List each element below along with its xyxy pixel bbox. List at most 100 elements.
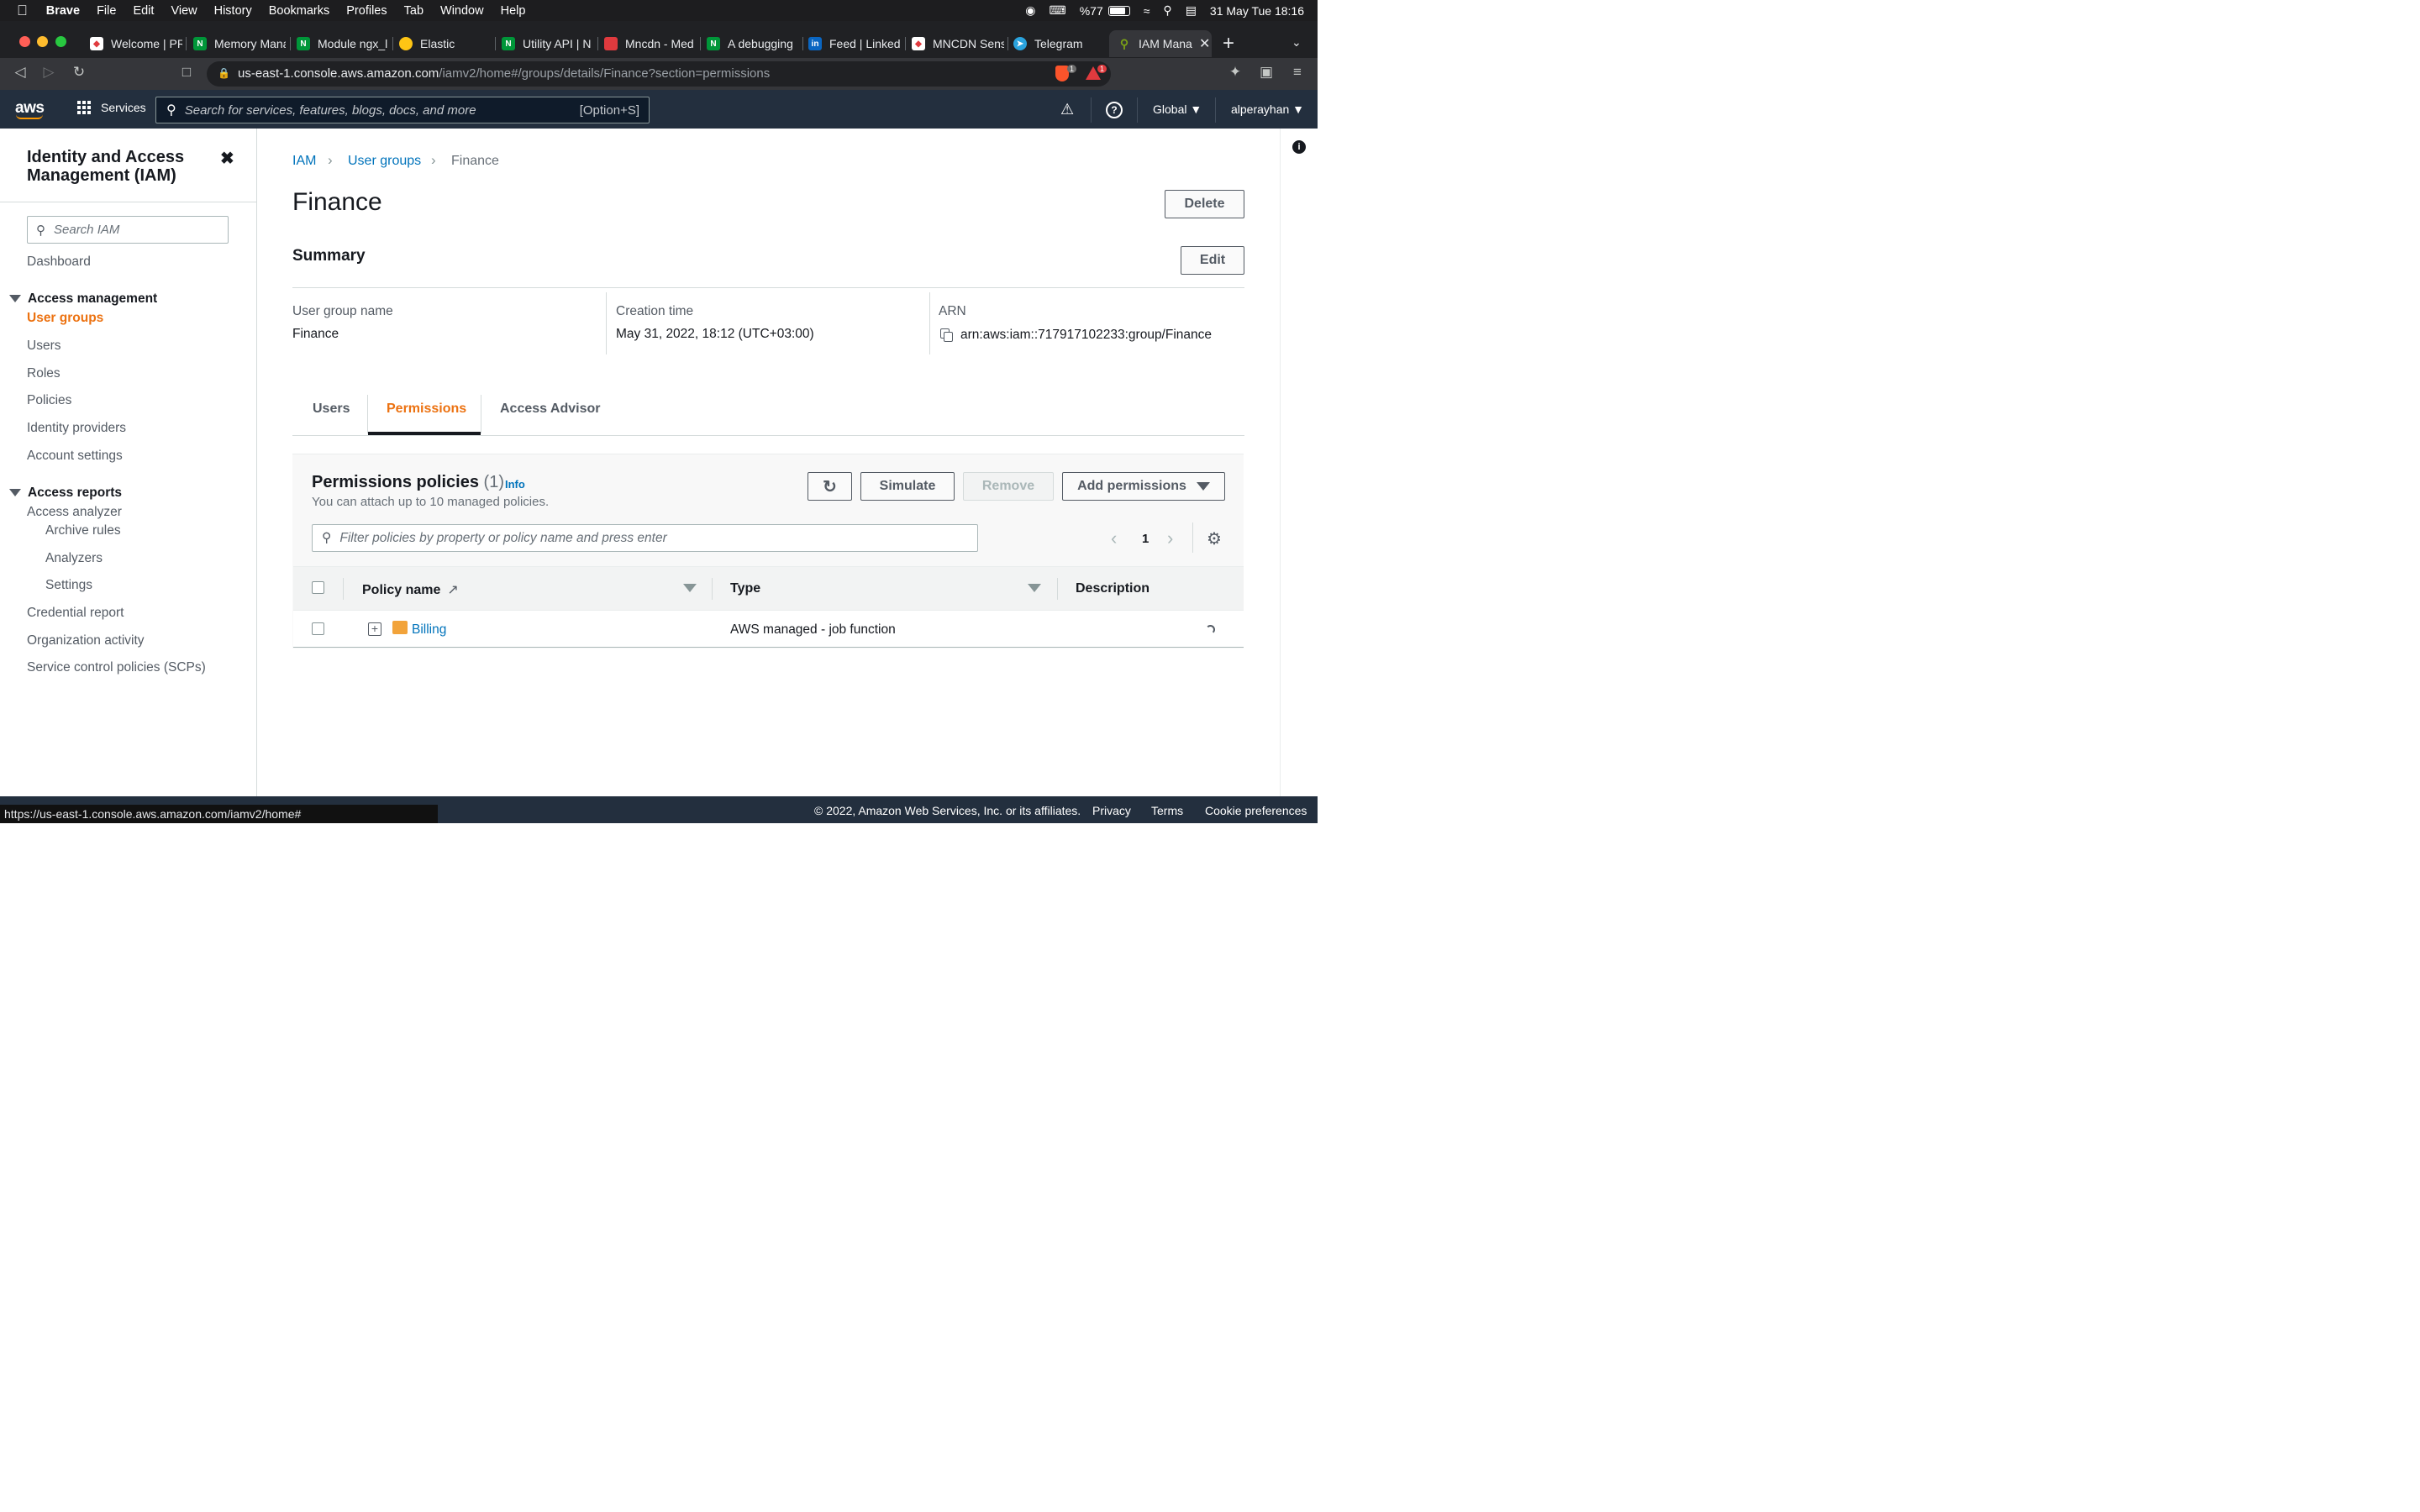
breadcrumb-iam[interactable]: IAM: [292, 154, 316, 169]
expand-caret-icon[interactable]: [9, 489, 21, 496]
url-text[interactable]: us-east-1.console.aws.amazon.com/iamv2/h…: [238, 66, 770, 81]
sidebar-section-access-reports[interactable]: Access reports: [28, 486, 122, 501]
column-policy-name[interactable]: Policy name ↗: [362, 581, 459, 598]
clock[interactable]: 31 May Tue 18:16: [1210, 4, 1304, 18]
grammarly-icon[interactable]: ◉: [1025, 3, 1035, 18]
apple-icon[interactable]: : [17, 3, 28, 19]
close-window-button[interactable]: [19, 36, 30, 47]
edit-button[interactable]: Edit: [1181, 246, 1244, 275]
info-icon[interactable]: i: [1292, 140, 1306, 154]
delete-button[interactable]: Delete: [1165, 190, 1244, 218]
select-all-checkbox[interactable]: [312, 581, 324, 594]
minimize-window-button[interactable]: [37, 36, 48, 47]
lock-icon[interactable]: 🔒: [218, 67, 230, 79]
tab-list-chevron-icon[interactable]: ⌄: [1292, 35, 1302, 50]
browser-tab[interactable]: ➤ Telegram: [1013, 30, 1106, 57]
column-type[interactable]: Type: [730, 581, 760, 596]
app-menu[interactable]: Brave: [46, 4, 80, 18]
browser-menu-icon[interactable]: ≡: [1287, 64, 1307, 81]
refresh-button[interactable]: ↻: [808, 472, 852, 501]
sidebar-item-policies[interactable]: Policies: [27, 393, 71, 408]
aws-search-input[interactable]: ⚲ Search for services, features, blogs, …: [155, 97, 650, 123]
back-icon[interactable]: ◁: [10, 64, 30, 81]
sidebar-item-roles[interactable]: Roles: [27, 366, 60, 381]
sidebar-item-settings[interactable]: Settings: [45, 578, 92, 593]
add-permissions-button[interactable]: Add permissions: [1062, 472, 1225, 501]
sidebar-item-user-groups[interactable]: User groups: [27, 311, 103, 326]
bookmark-icon[interactable]: □: [176, 64, 197, 81]
sidebar-item-access-analyzer[interactable]: Access analyzer: [27, 505, 122, 520]
sidebar-item-archive-rules[interactable]: Archive rules: [45, 523, 121, 538]
control-center-icon[interactable]: ▤: [1186, 3, 1197, 18]
sidebar-item-identity-providers[interactable]: Identity providers: [27, 421, 126, 436]
menu-edit[interactable]: Edit: [133, 4, 154, 18]
browser-tab[interactable]: N Module ngx_l: [297, 30, 389, 57]
cookie-preferences-link[interactable]: Cookie preferences: [1205, 804, 1307, 817]
browser-tab[interactable]: ◆ MNCDN Sens: [912, 30, 1004, 57]
sort-caret-icon[interactable]: [1028, 584, 1041, 592]
sidebar-item-account-settings[interactable]: Account settings: [27, 449, 123, 464]
filter-policies-input[interactable]: ⚲ Filter policies by property or policy …: [312, 524, 978, 552]
policy-link-billing[interactable]: Billing: [412, 622, 446, 638]
table-settings-gear-icon[interactable]: ⚙: [1207, 528, 1222, 549]
menu-file[interactable]: File: [97, 4, 116, 18]
info-link[interactable]: Info: [505, 478, 525, 491]
page-number[interactable]: 1: [1142, 532, 1149, 546]
sort-caret-icon[interactable]: [683, 584, 697, 592]
menu-profiles[interactable]: Profiles: [346, 4, 387, 18]
row-checkbox[interactable]: [312, 622, 324, 635]
spotlight-icon[interactable]: ⚲: [1163, 3, 1171, 18]
terms-link[interactable]: Terms: [1151, 804, 1183, 817]
menu-history[interactable]: History: [214, 4, 252, 18]
browser-tab[interactable]: Elastic: [399, 30, 492, 57]
tab-users[interactable]: Users: [313, 402, 350, 417]
tab-permissions[interactable]: Permissions: [387, 402, 466, 417]
notifications-bell-icon[interactable]: ⚠: [1060, 101, 1074, 118]
menu-bookmarks[interactable]: Bookmarks: [269, 4, 330, 18]
extensions-icon[interactable]: ✦: [1225, 64, 1245, 81]
menu-tab[interactable]: Tab: [404, 4, 424, 18]
simulate-button[interactable]: Simulate: [860, 472, 955, 501]
region-selector[interactable]: Global ▼: [1153, 102, 1202, 116]
menu-help[interactable]: Help: [501, 4, 526, 18]
sidebar-item-credential-report[interactable]: Credential report: [27, 606, 124, 621]
account-menu[interactable]: alperayhan ▼: [1231, 102, 1304, 116]
browser-tab[interactable]: ◆ Welcome | PR: [90, 30, 182, 57]
expand-caret-icon[interactable]: [9, 295, 21, 302]
menu-view[interactable]: View: [171, 4, 197, 18]
remove-button[interactable]: Remove: [963, 472, 1054, 501]
keyboard-icon[interactable]: ⌨: [1049, 3, 1065, 18]
column-description[interactable]: Description: [1076, 581, 1150, 596]
reload-icon[interactable]: ↻: [69, 64, 89, 81]
browser-tab[interactable]: Mncdn - Med: [604, 30, 697, 57]
new-tab-button[interactable]: +: [1223, 32, 1234, 55]
search-iam-input[interactable]: ⚲ Search IAM: [27, 216, 229, 244]
forward-icon[interactable]: ▷: [39, 64, 59, 81]
battery-icon[interactable]: [1107, 5, 1130, 16]
expand-row-icon[interactable]: +: [368, 622, 381, 636]
maximize-window-button[interactable]: [55, 36, 66, 47]
browser-tab[interactable]: NA debugging: [707, 30, 799, 57]
sidebar-section-access-management[interactable]: Access management: [28, 291, 157, 307]
privacy-link[interactable]: Privacy: [1092, 804, 1131, 817]
wifi-icon[interactable]: ≈: [1144, 4, 1150, 18]
breadcrumb-user-groups[interactable]: User groups: [348, 154, 421, 169]
menu-window[interactable]: Window: [440, 4, 484, 18]
browser-tab[interactable]: in Feed | Linked: [808, 30, 901, 57]
previous-page-icon[interactable]: ‹: [1111, 528, 1117, 549]
tab-access-advisor[interactable]: Access Advisor: [500, 402, 600, 417]
sidebar-item-dashboard[interactable]: Dashboard: [27, 255, 91, 270]
sidebar-item-users[interactable]: Users: [27, 339, 60, 354]
browser-tab[interactable]: N Utility API | N: [502, 30, 594, 57]
sidebar-item-analyzers[interactable]: Analyzers: [45, 551, 103, 566]
browser-tab[interactable]: N Memory Mana: [193, 30, 286, 57]
close-tab-icon[interactable]: ✕: [1199, 35, 1210, 52]
help-icon[interactable]: ?: [1106, 102, 1123, 118]
wallet-icon[interactable]: ▣: [1256, 64, 1276, 81]
browser-tab-active[interactable]: ⚲ IAM Mana ✕: [1109, 30, 1212, 57]
close-sidebar-icon[interactable]: ✖: [220, 148, 234, 169]
sidebar-item-organization-activity[interactable]: Organization activity: [27, 633, 145, 648]
services-menu[interactable]: Services: [77, 101, 146, 114]
next-page-icon[interactable]: ›: [1167, 528, 1173, 549]
sidebar-item-scps[interactable]: Service control policies (SCPs): [27, 660, 206, 675]
